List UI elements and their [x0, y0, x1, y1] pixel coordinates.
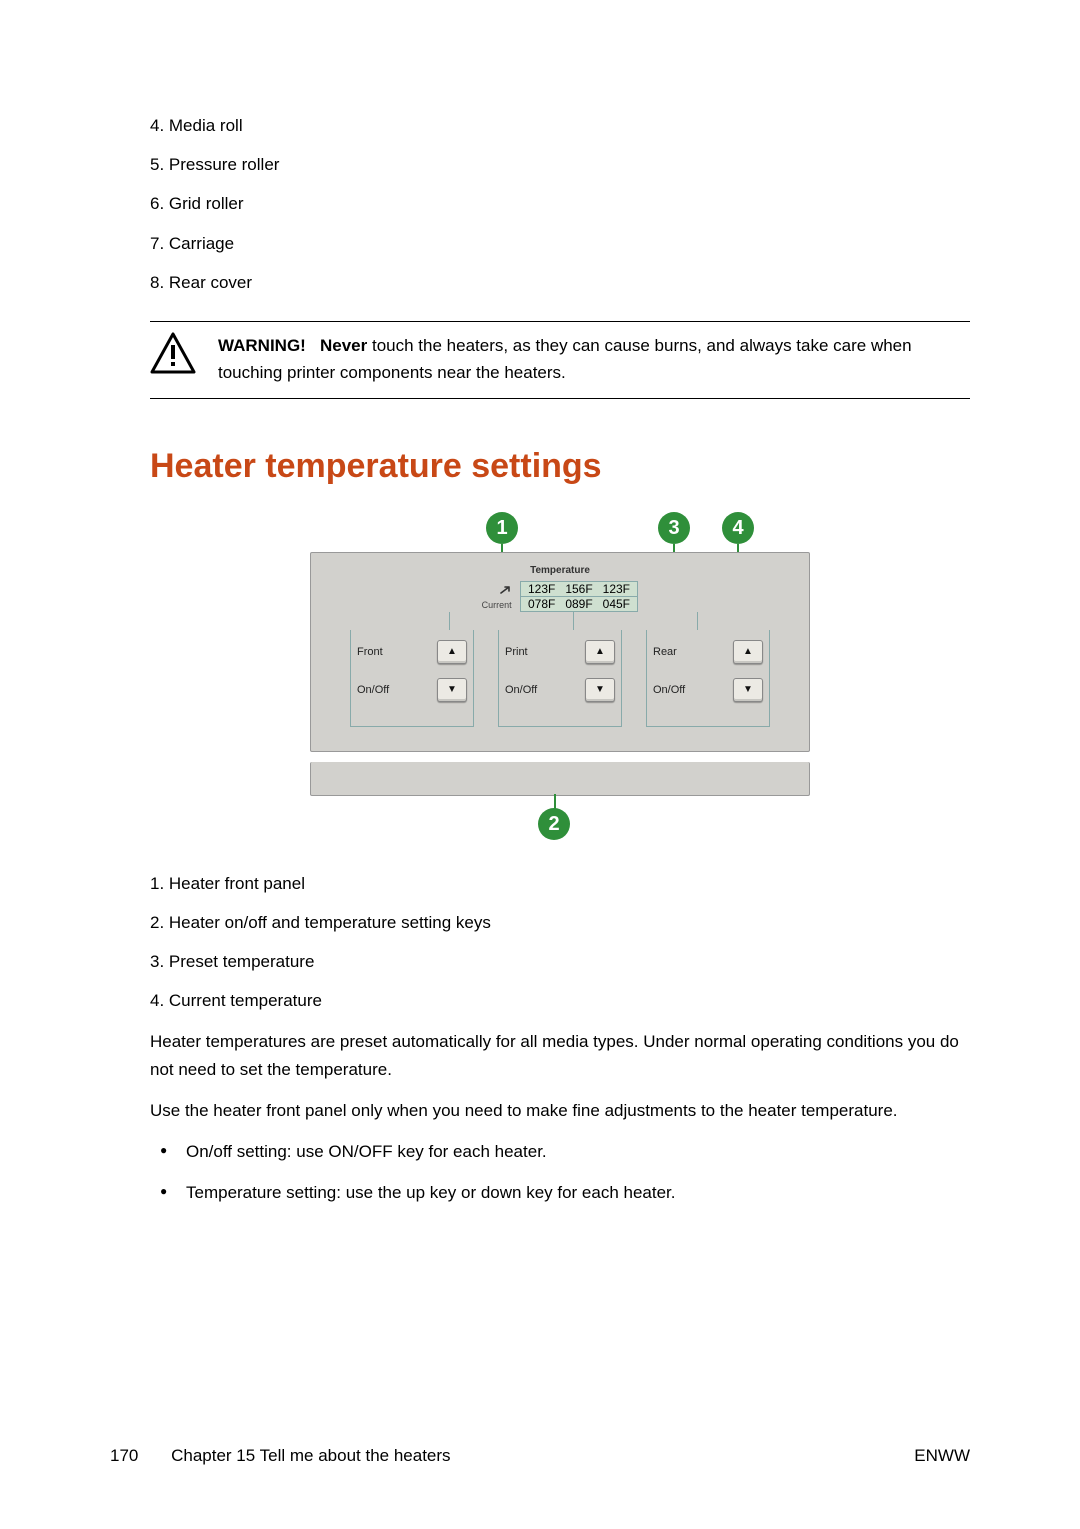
list-item: 8. Rear cover — [150, 269, 970, 296]
preset-print: 156F — [562, 582, 596, 596]
down-key[interactable]: ▼ — [585, 678, 615, 702]
heater-figure: 1 3 4 Temperature Current — [310, 512, 810, 840]
up-key[interactable]: ▲ — [733, 640, 763, 664]
current-front: 078F — [525, 597, 559, 611]
warning-text: WARNING! Never touch the heaters, as the… — [218, 332, 970, 386]
heater-col-rear: Rear ▲ On/Off ▼ — [646, 630, 770, 727]
panel-bottom-strip — [310, 762, 810, 796]
list-item: 4. Current temperature — [150, 987, 970, 1014]
onoff-label: On/Off — [653, 682, 685, 700]
callout-4: 4 — [722, 512, 754, 544]
top-numbered-list: 4. Media roll 5. Pressure roller 6. Grid… — [150, 112, 970, 296]
list-item: 6. Grid roller — [150, 190, 970, 217]
callout-2: 2 — [538, 808, 570, 840]
page-footer: 170 Chapter 15 Tell me about the heaters… — [110, 1442, 970, 1469]
list-item: 7. Carriage — [150, 230, 970, 257]
bullet-list: On/off setting: use ON/OFF key for each … — [150, 1138, 970, 1206]
warning-row: WARNING! Never touch the heaters, as the… — [150, 328, 970, 392]
warning-label: WARNING! — [218, 336, 306, 355]
preset-front: 123F — [525, 582, 559, 596]
heater-name: Rear — [653, 644, 677, 662]
callout-1: 1 — [486, 512, 518, 544]
preset-rear: 123F — [599, 582, 633, 596]
list-item: 4. Media roll — [150, 112, 970, 139]
divider — [150, 321, 970, 322]
temperature-title: Temperature — [325, 563, 795, 579]
chapter-label: Chapter 15 Tell me about the heaters — [171, 1446, 450, 1465]
heater-col-print: Print ▲ On/Off ▼ — [498, 630, 622, 727]
list-item: Temperature setting: use the up key or d… — [150, 1179, 970, 1206]
list-item: 2. Heater on/off and temperature setting… — [150, 909, 970, 936]
heater-name: Print — [505, 644, 528, 662]
heater-panel: Temperature Current 123F 156F 123F — [310, 552, 810, 752]
onoff-label: On/Off — [357, 682, 389, 700]
list-item: 3. Preset temperature — [150, 948, 970, 975]
current-print: 089F — [562, 597, 596, 611]
section-heading: Heater temperature settings — [150, 439, 970, 493]
down-key[interactable]: ▼ — [437, 678, 467, 702]
footer-right: ENWW — [914, 1442, 970, 1469]
heater-name: Front — [357, 644, 383, 662]
current-rear: 045F — [599, 597, 633, 611]
list-item: 5. Pressure roller — [150, 151, 970, 178]
current-label: Current — [482, 584, 512, 611]
page-number: 170 — [110, 1446, 138, 1465]
heater-col-front: Front ▲ On/Off ▼ — [350, 630, 474, 727]
warning-never: Never — [320, 336, 367, 355]
paragraph: Heater temperatures are preset automatic… — [150, 1028, 970, 1082]
warning-icon — [150, 332, 196, 382]
down-key[interactable]: ▼ — [733, 678, 763, 702]
divider — [150, 398, 970, 399]
list-item: 1. Heater front panel — [150, 870, 970, 897]
up-key[interactable]: ▲ — [585, 640, 615, 664]
onoff-label: On/Off — [505, 682, 537, 700]
list-item: On/off setting: use ON/OFF key for each … — [150, 1138, 970, 1165]
figure-legend-list: 1. Heater front panel 2. Heater on/off a… — [150, 870, 970, 1015]
arrow-icon — [496, 584, 512, 600]
paragraph: Use the heater front panel only when you… — [150, 1097, 970, 1124]
callout-3: 3 — [658, 512, 690, 544]
temperature-box: 123F 156F 123F 078F 089F 045F — [520, 581, 639, 613]
up-key[interactable]: ▲ — [437, 640, 467, 664]
